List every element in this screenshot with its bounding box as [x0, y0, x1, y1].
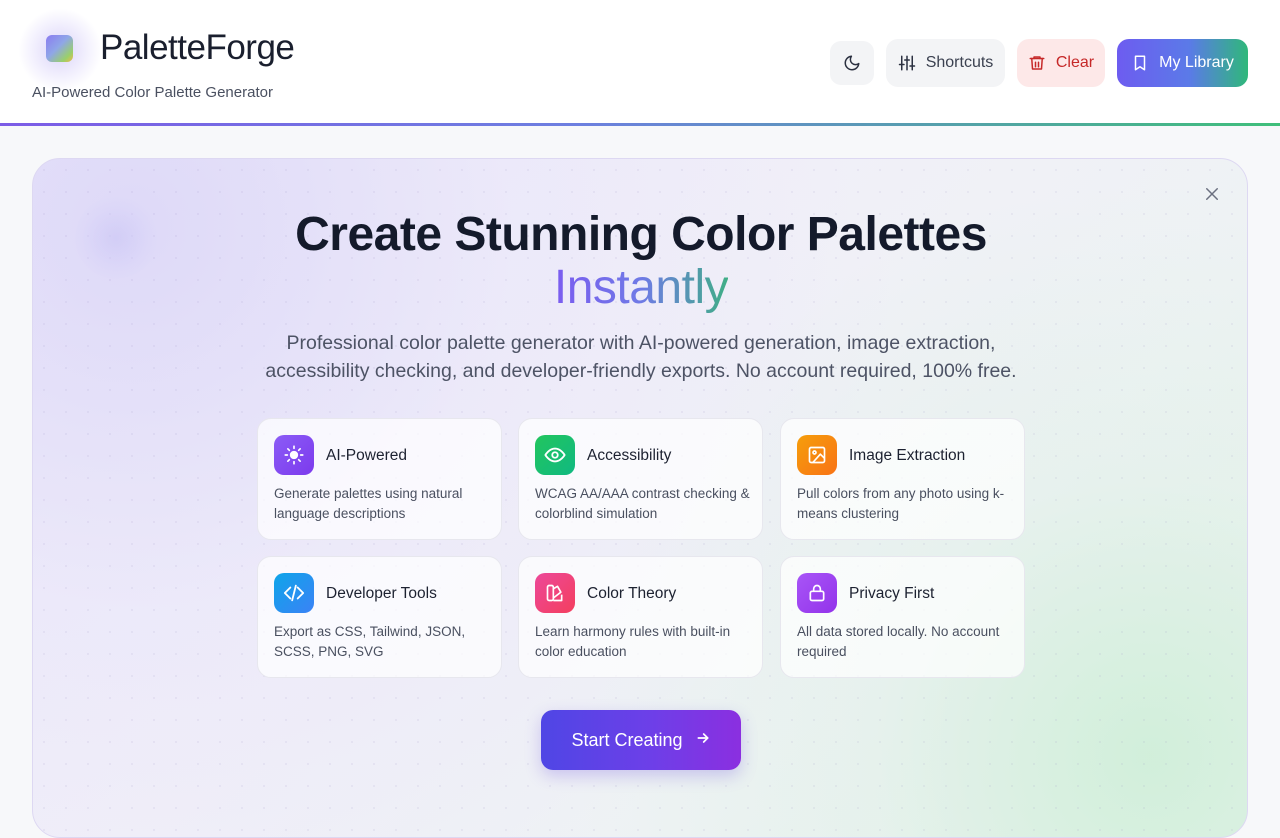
- moon-icon: [843, 54, 861, 72]
- header-gradient-divider: [0, 123, 1280, 126]
- theme-toggle-button[interactable]: [830, 41, 874, 85]
- palette-logo-icon: [46, 35, 73, 62]
- app-subtitle: AI-Powered Color Palette Generator: [32, 84, 273, 101]
- my-library-label: My Library: [1159, 54, 1234, 71]
- feature-description: All data stored locally. No account requ…: [797, 624, 1000, 659]
- app-title: PaletteForge: [100, 28, 295, 67]
- feature-title: Color Theory: [587, 585, 677, 602]
- feature-card-privacy-first: Privacy First All data stored locally. N…: [780, 556, 1025, 678]
- clear-label: Clear: [1055, 54, 1095, 71]
- feature-card-color-theory: Color Theory Learn harmony rules with bu…: [518, 556, 763, 678]
- sliders-icon: [898, 54, 916, 72]
- feature-title: Accessibility: [587, 447, 672, 464]
- feature-card-developer-tools: Developer Tools Export as CSS, Tailwind,…: [257, 556, 502, 678]
- feature-card-image-extraction: Image Extraction Pull colors from any ph…: [780, 418, 1025, 540]
- hero-title-highlight-text: Instantly: [553, 261, 729, 314]
- feature-description: Export as CSS, Tailwind, JSON, SCSS, PNG…: [274, 624, 466, 659]
- lock-icon: [797, 573, 837, 613]
- feature-card-ai-powered: AI-Powered Generate palettes using natur…: [257, 418, 502, 540]
- shortcuts-label: Shortcuts: [925, 54, 994, 71]
- sun-icon: [274, 435, 314, 475]
- feature-card-accessibility: Accessibility WCAG AA/AAA contrast check…: [518, 418, 763, 540]
- close-hero-button[interactable]: [1199, 183, 1225, 209]
- arrow-right-icon: [695, 730, 711, 751]
- feature-title: Developer Tools: [326, 585, 437, 602]
- feature-description: Learn harmony rules with built-in color …: [535, 624, 731, 659]
- hero-description: Professional color palette generator wit…: [265, 332, 1017, 382]
- feature-title: AI-Powered: [326, 447, 407, 464]
- feature-title: Image Extraction: [849, 447, 966, 464]
- hero-title-highlight: Instantly: [33, 260, 1247, 315]
- feature-title: Privacy First: [849, 585, 935, 602]
- my-library-button[interactable]: My Library: [1117, 39, 1248, 87]
- start-creating-button[interactable]: Start Creating: [541, 710, 741, 770]
- hero-title: Create Stunning Color Palettes: [295, 208, 987, 261]
- feature-description: Generate palettes using natural language…: [274, 486, 463, 521]
- welcome-hero-card: Create Stunning Color Palettes Instantly…: [32, 158, 1248, 838]
- feature-description: WCAG AA/AAA contrast checking & colorbli…: [535, 486, 750, 521]
- close-icon: [1203, 185, 1221, 208]
- bookmark-icon: [1131, 54, 1149, 72]
- app-header: PaletteForge AI-Powered Color Palette Ge…: [0, 0, 1280, 126]
- swatch-icon: [535, 573, 575, 613]
- code-icon: [274, 573, 314, 613]
- trash-icon: [1028, 54, 1046, 72]
- feature-description: Pull colors from any photo using k-means…: [797, 486, 1005, 521]
- start-creating-label: Start Creating: [571, 729, 683, 750]
- eye-icon: [535, 435, 575, 475]
- shortcuts-button[interactable]: Shortcuts: [886, 39, 1005, 87]
- image-icon: [797, 435, 837, 475]
- clear-button[interactable]: Clear: [1017, 39, 1105, 87]
